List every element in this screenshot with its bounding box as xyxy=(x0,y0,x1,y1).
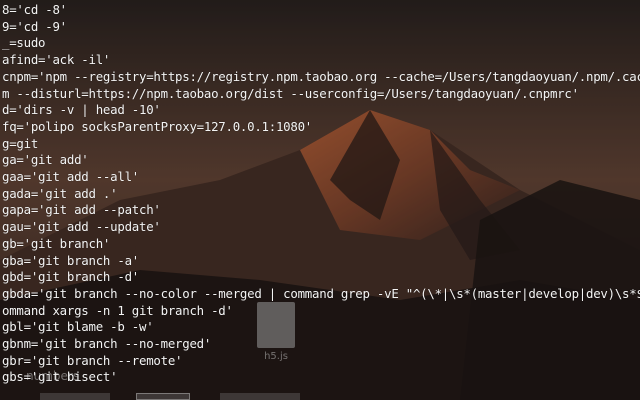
terminal-output-line: afind='ack -il' xyxy=(2,52,111,68)
terminal-window[interactable]: 8='cd -8' 9='cd -9' _=sudo afind='ack -il' c… xyxy=(0,0,640,400)
terminal-output-line: gbd='git branch -d' xyxy=(2,269,139,285)
terminal-output-line: gb='git branch' xyxy=(2,235,111,251)
terminal-output-line: fq='polipo socksParentProxy=127.0.0.1:10… xyxy=(2,118,313,134)
terminal-output-line: cnpm='npm --registry=https://registry.np… xyxy=(2,68,640,84)
terminal-output-line: 9='cd -9' xyxy=(2,18,67,34)
terminal-output-line: gbnm='git branch --no-merged' xyxy=(2,336,212,352)
terminal-output-line: d='dirs -v | head -10' xyxy=(2,102,161,118)
terminal-output-line: gapa='git add --patch' xyxy=(2,202,161,218)
terminal-output-line: gau='git add --update' xyxy=(2,219,161,235)
terminal-output-line: gaa='git add --all' xyxy=(2,169,139,185)
terminal-output-line: _=sudo xyxy=(2,35,46,51)
terminal-output-line: gbs='git bisect' xyxy=(2,369,118,385)
terminal-output-line: ga='git add' xyxy=(2,152,89,168)
terminal-output-line: gbr='git branch --remote' xyxy=(2,352,183,368)
terminal-output-line: gbl='git blame -b -w' xyxy=(2,319,154,335)
terminal-output-line: gbda='git branch --no-color --merged | c… xyxy=(2,285,640,301)
desktop: h5.js numbers 8='cd -8' 9='cd -9' _=sudo af… xyxy=(0,0,640,400)
terminal-output-line: ommand xargs -n 1 git branch -d' xyxy=(2,302,233,318)
terminal-output-line: m --disturl=https://npm.taobao.org/dist … xyxy=(2,85,579,101)
terminal-output-line: gba='git branch -a' xyxy=(2,252,139,268)
terminal-output-line: gada='git add .' xyxy=(2,185,118,201)
terminal-output-line: 8='cd -8' xyxy=(2,2,67,17)
terminal-output-line: g=git xyxy=(2,135,39,151)
